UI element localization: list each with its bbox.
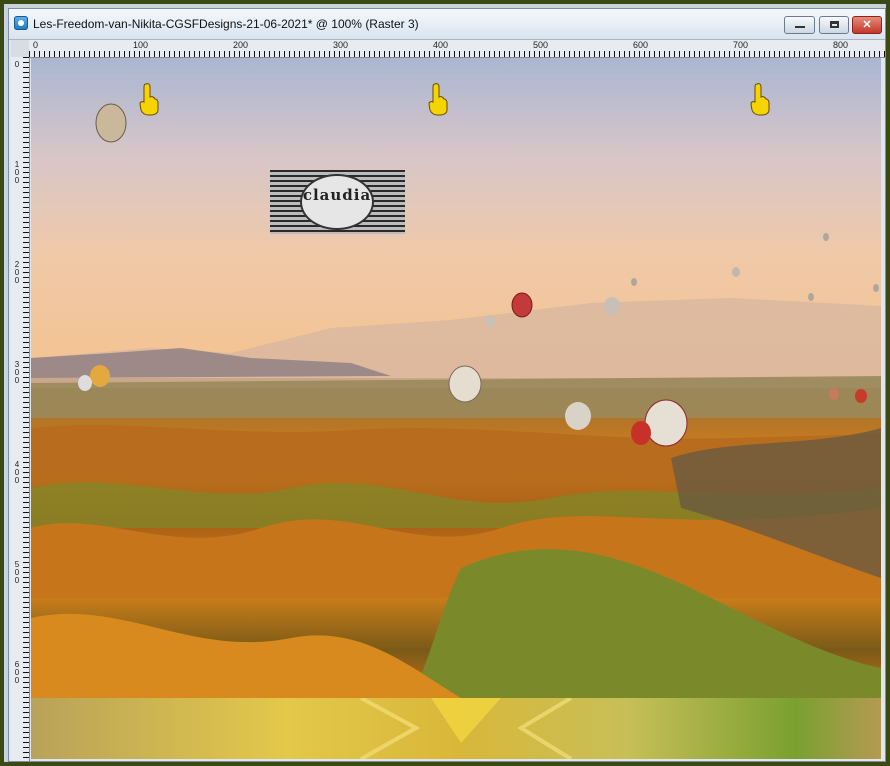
document-window: Les-Freedom-van-Nikita-CGSFDesigns-21-06… <box>8 8 886 762</box>
ruler-label: 500 <box>533 40 549 50</box>
watermark-text: claudia <box>302 186 372 204</box>
ruler-label: 700 <box>733 40 749 50</box>
ruler-label: 300 <box>333 40 349 50</box>
watermark-oval: claudia <box>300 174 374 230</box>
outer-frame: Les-Freedom-van-Nikita-CGSFDesigns-21-06… <box>0 0 890 766</box>
image-canvas[interactable]: claudia <box>31 58 881 759</box>
hand-pointer-icon[interactable] <box>138 82 160 116</box>
ruler-label: 600 <box>14 660 20 685</box>
watermark-stamp: claudia <box>270 170 405 234</box>
ruler-label: 0 <box>14 60 20 69</box>
maximize-button[interactable] <box>819 16 849 34</box>
horizontal-ruler[interactable]: 0 100 200 300 400 500 600 700 800 <box>29 40 885 58</box>
ruler-label: 800 <box>833 40 849 50</box>
ruler-label: 100 <box>14 160 20 185</box>
ruler-corner <box>11 40 30 58</box>
minimize-button[interactable] <box>784 16 815 34</box>
ruler-ticks <box>23 57 29 761</box>
maximize-icon <box>830 21 839 28</box>
app-icon <box>14 16 28 30</box>
ruler-label: 200 <box>14 260 20 285</box>
ruler-ticks <box>29 51 885 57</box>
ruler-label: 0 <box>33 40 39 50</box>
hand-pointer-icon[interactable] <box>749 82 771 116</box>
close-button[interactable]: ✕ <box>852 16 882 34</box>
ruler-label: 300 <box>14 360 20 385</box>
title-bar[interactable]: Les-Freedom-van-Nikita-CGSFDesigns-21-06… <box>9 9 885 40</box>
vertical-ruler[interactable]: 0 100 200 300 400 500 600 <box>11 57 30 761</box>
close-icon: ✕ <box>862 19 872 31</box>
minimize-icon <box>795 26 805 28</box>
ruler-label: 400 <box>433 40 449 50</box>
landscape-illustration <box>31 103 881 698</box>
ruler-label: 600 <box>633 40 649 50</box>
ruler-label: 200 <box>233 40 249 50</box>
decorative-bottom-strip <box>31 696 881 759</box>
ruler-label: 500 <box>14 560 20 585</box>
window-title: Les-Freedom-van-Nikita-CGSFDesigns-21-06… <box>33 17 419 31</box>
ruler-label: 100 <box>133 40 149 50</box>
hand-pointer-icon[interactable] <box>427 82 449 116</box>
ruler-label: 400 <box>14 460 20 485</box>
